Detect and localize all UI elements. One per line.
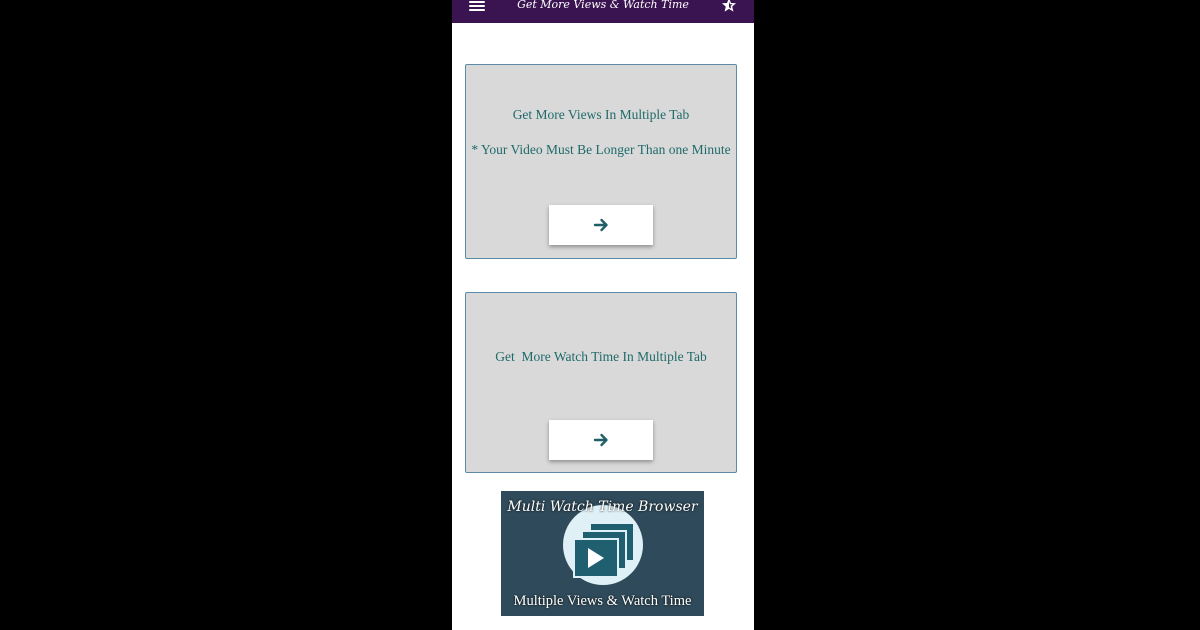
- watch-time-card-title: Get More Watch Time In Multiple Tab: [495, 349, 707, 364]
- views-card-title: Get More Views In Multiple Tab: [512, 107, 690, 122]
- arrow-right-icon: [593, 218, 608, 232]
- promo-banner[interactable]: Multi Watch Time Browser Multiple Views …: [501, 491, 704, 616]
- app-bar: Get More Views & Watch Time: [452, 0, 754, 23]
- views-card-note: * Your Video Must Be Longer Than one Min…: [471, 142, 731, 157]
- stacked-video-play-icon: [573, 522, 635, 578]
- star-rate-icon[interactable]: [721, 0, 737, 13]
- banner-title: Multi Watch Time Browser: [507, 499, 698, 515]
- watch-time-next-button[interactable]: [549, 420, 653, 460]
- phone-screen: Get More Views & Watch Time Get More Vie…: [452, 0, 754, 630]
- app-bar-title: Get More Views & Watch Time: [517, 0, 689, 11]
- hamburger-menu-icon[interactable]: [469, 0, 485, 13]
- views-card: Get More Views In Multiple Tab * Your Vi…: [465, 64, 737, 259]
- banner-subtitle: Multiple Views & Watch Time: [513, 593, 692, 609]
- arrow-right-icon: [593, 433, 608, 447]
- views-next-button[interactable]: [549, 205, 653, 245]
- watch-time-card: Get More Watch Time In Multiple Tab: [465, 292, 737, 473]
